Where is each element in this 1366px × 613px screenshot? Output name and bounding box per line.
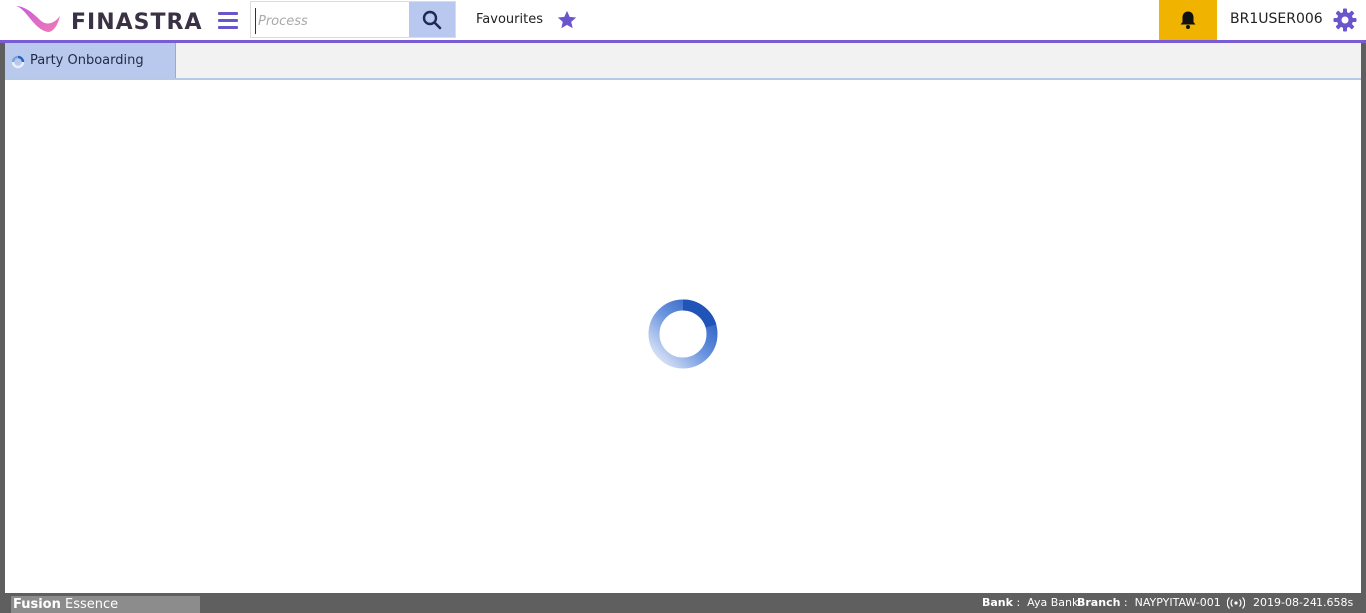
branch-value: NAYPYITAW-001: [1134, 596, 1221, 609]
user-name[interactable]: BR1USER006: [1230, 11, 1323, 27]
bank-label: Bank: [982, 596, 1013, 609]
workspace: Party Onboarding: [5, 43, 1361, 593]
brand-strong: Fusion: [13, 597, 61, 612]
search-button[interactable]: [409, 2, 455, 37]
product-brand: Fusion Essence: [11, 596, 200, 613]
star-icon[interactable]: [556, 9, 578, 31]
bell-icon: [1180, 11, 1196, 29]
favourites-link[interactable]: Favourites: [476, 12, 543, 27]
finastra-logo-mark: [16, 6, 60, 32]
branch-label: Branch: [1077, 596, 1121, 609]
notifications-button[interactable]: [1159, 0, 1217, 40]
search-icon: [422, 10, 442, 29]
tab-label: Party Onboarding: [30, 53, 144, 68]
finastra-logo: FINASTRA: [14, 4, 201, 36]
colon: :: [1120, 596, 1135, 609]
hamburger-icon-line: [218, 19, 238, 22]
search-box: [250, 1, 456, 38]
signal-icon: [1227, 597, 1245, 609]
colon: :: [1012, 596, 1028, 609]
logo-text: FINASTRA: [71, 10, 203, 35]
branch-info: Branch : NAYPYITAW-001: [1077, 596, 1221, 609]
spinner-icon: [648, 299, 718, 369]
response-time: 1.658s: [1316, 596, 1354, 609]
tab-party-onboarding[interactable]: Party Onboarding: [5, 43, 176, 78]
hamburger-icon-line: [218, 26, 238, 29]
loading-icon: [11, 55, 25, 69]
brand-rest: Essence: [65, 597, 119, 612]
business-date: 2019-08-24: [1253, 596, 1317, 609]
status-bar: Fusion Essence Bank : Aya Bank Branch : …: [0, 593, 1366, 613]
tab-strip: Party Onboarding: [5, 43, 1361, 80]
top-bar: FINASTRA Favourites BR1USER006: [0, 0, 1366, 43]
bank-info: Bank : Aya Bank: [982, 596, 1078, 609]
bank-value: Aya Bank: [1027, 596, 1079, 609]
gear-icon[interactable]: [1333, 8, 1357, 32]
search-input[interactable]: [255, 8, 410, 34]
hamburger-icon: [218, 12, 238, 15]
menu-button[interactable]: [216, 10, 240, 30]
